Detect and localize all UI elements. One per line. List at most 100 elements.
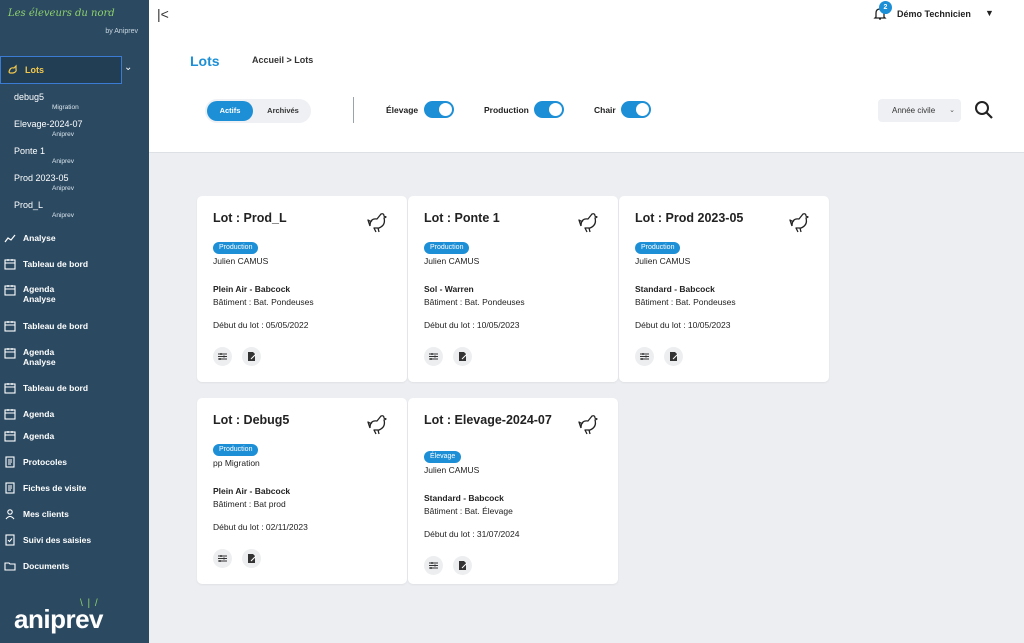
lot-owner: Julien CAMUS: [424, 465, 480, 475]
hen-icon: [8, 64, 17, 74]
collapse-sidebar-icon[interactable]: |<: [157, 6, 169, 22]
chevron-down-icon: ⌄: [949, 107, 955, 114]
settings-button[interactable]: [213, 347, 232, 366]
sliders-icon: [429, 562, 438, 569]
sidebar-item-label: Agenda Analyse: [23, 284, 56, 304]
toggle-elevage[interactable]: [424, 101, 454, 118]
sidebar-item-protocoles[interactable]: Protocoles: [0, 456, 149, 468]
lot-start-date: Début du lot : 31/07/2024: [424, 529, 520, 539]
chart-line-icon: [4, 234, 16, 243]
hen-icon: [789, 213, 809, 233]
sidebar-item-dashboard[interactable]: Tableau de bord: [0, 382, 149, 394]
chevron-down-icon[interactable]: ⌄: [124, 62, 132, 73]
sidebar-item-lots[interactable]: Lots: [0, 56, 122, 84]
calendar-icon: [4, 409, 16, 420]
lot-title: Lot : Elevage-2024-07: [424, 413, 552, 427]
sidebar-item-analyse[interactable]: Analyse: [0, 232, 149, 244]
lot-name: Prod_L: [14, 200, 44, 210]
lot-card[interactable]: Lot : Ponte 1 Production Julien CAMUS Sol -…: [408, 196, 618, 382]
settings-button[interactable]: [635, 347, 654, 366]
sidebar-item-label: Protocoles: [23, 457, 67, 467]
toggle-label-chair: Chair: [594, 105, 616, 115]
edit-button[interactable]: [242, 549, 261, 568]
search-icon[interactable]: [974, 100, 994, 120]
edit-button[interactable]: [453, 347, 472, 366]
sidebar-lot-item[interactable]: Ponte 1 Aniprev: [0, 144, 149, 171]
lot-card[interactable]: Lot : Elevage-2024-07 Élevage Julien CAMUS…: [408, 398, 618, 584]
edit-button[interactable]: [664, 347, 683, 366]
sidebar-item-label: Mes clients: [23, 509, 69, 519]
edit-document-icon: [459, 561, 468, 570]
year-select[interactable]: Année civile ⌄: [878, 99, 961, 122]
lot-building: Bâtiment : Bat prod: [213, 499, 286, 509]
lot-building: Bâtiment : Bat. Élevage: [424, 506, 513, 516]
sidebar-lot-item[interactable]: debug5 Migration: [0, 90, 149, 117]
lot-title: Lot : Ponte 1: [424, 211, 500, 225]
sidebar-item-label: Documents: [23, 561, 70, 571]
edit-button[interactable]: [242, 347, 261, 366]
document-icon: [5, 482, 15, 494]
lot-name: Elevage-2024-07: [14, 119, 83, 129]
sidebar-item-label: Tableau de bord: [23, 259, 89, 269]
sidebar-item-documents[interactable]: Documents: [0, 560, 149, 572]
sidebar-item-label: Fiches de visite: [23, 483, 87, 493]
users-icon: [5, 509, 15, 520]
sidebar-item-agenda[interactable]: Agenda: [0, 430, 149, 442]
lot-owner: Julien CAMUS: [213, 256, 269, 266]
sidebar-item-suivi[interactable]: Suivi des saisies: [0, 534, 149, 546]
sidebar-item-label: Agenda Analyse: [23, 347, 56, 367]
lot-start-date: Début du lot : 10/05/2023: [635, 320, 731, 330]
lot-card[interactable]: Lot : Prod 2023-05 Production Julien CAMUS…: [619, 196, 829, 382]
caret-down-icon[interactable]: ▼: [985, 8, 994, 18]
edit-document-icon: [248, 352, 257, 361]
sidebar-lot-item[interactable]: Prod_L Aniprev: [0, 198, 149, 225]
lot-type-badge: Élevage: [424, 451, 462, 463]
lot-owner: Aniprev: [52, 212, 75, 219]
toggle-label-elevage: Élevage: [386, 105, 419, 115]
document-icon: [5, 456, 15, 468]
edit-document-icon: [670, 352, 679, 361]
settings-button[interactable]: [424, 556, 443, 575]
year-select-value: Année civile: [892, 106, 936, 115]
sidebar-item-agenda[interactable]: Agenda: [0, 408, 149, 420]
brand-logo[interactable]: Les éleveurs du nord by Aniprev: [8, 8, 142, 40]
sidebar-item-agenda-analyse[interactable]: Agenda Analyse: [0, 284, 149, 304]
notification-badge: 2: [879, 1, 892, 14]
sliders-icon: [429, 353, 438, 360]
edit-button[interactable]: [453, 556, 472, 575]
lot-title: Lot : Debug5: [213, 413, 290, 427]
lot-building: Bâtiment : Bat. Pondeuses: [213, 297, 314, 307]
sidebar-item-agenda-analyse[interactable]: Agenda Analyse: [0, 347, 149, 367]
lot-owner: Aniprev: [52, 131, 75, 138]
breadcrumb[interactable]: Accueil > Lots: [252, 55, 313, 65]
settings-button[interactable]: [213, 549, 232, 568]
calendar-icon: [4, 259, 16, 270]
toggle-chair[interactable]: [621, 101, 651, 118]
lot-type-badge: Production: [635, 242, 681, 254]
calendar-icon: [4, 431, 16, 442]
lot-breed: Plein Air - Babcock: [213, 486, 291, 496]
sidebar-item-clients[interactable]: Mes clients: [0, 508, 149, 520]
sidebar-item-fiches[interactable]: Fiches de visite: [0, 482, 149, 494]
lot-card[interactable]: Lot : Prod_L Production Julien CAMUS Plein …: [197, 196, 407, 382]
tab-actifs[interactable]: Actifs: [207, 101, 253, 121]
sidebar-item-dashboard[interactable]: Tableau de bord: [0, 258, 149, 270]
tab-archives[interactable]: Archivés: [257, 101, 309, 121]
hen-icon: [578, 213, 598, 233]
sidebar: Les éleveurs du nord by Aniprev Lots ⌄ d…: [0, 0, 149, 643]
lot-type-badge: Production: [424, 242, 470, 254]
sidebar-item-label: Tableau de bord: [23, 321, 89, 331]
sidebar-lot-item[interactable]: Elevage-2024-07 Aniprev: [0, 117, 149, 144]
lot-title: Lot : Prod 2023-05: [635, 211, 744, 225]
user-menu[interactable]: Démo Technicien: [897, 9, 971, 19]
sidebar-item-dashboard[interactable]: Tableau de bord: [0, 320, 149, 332]
toggle-production[interactable]: [534, 101, 564, 118]
lots-submenu: debug5 Migration Elevage-2024-07 Aniprev…: [0, 90, 149, 225]
settings-button[interactable]: [424, 347, 443, 366]
top-header: |< 2 Démo Technicien ▼ Lots Accueil > Lo…: [149, 0, 1024, 153]
lot-card[interactable]: Lot : Debug5 Production pp Migration Plein …: [197, 398, 407, 584]
divider: [353, 97, 354, 123]
brand-subtitle: by Aniprev: [105, 28, 138, 35]
sidebar-lot-item[interactable]: Prod 2023-05 Aniprev: [0, 171, 149, 198]
status-segmented-control: Actifs Archivés: [205, 99, 311, 123]
